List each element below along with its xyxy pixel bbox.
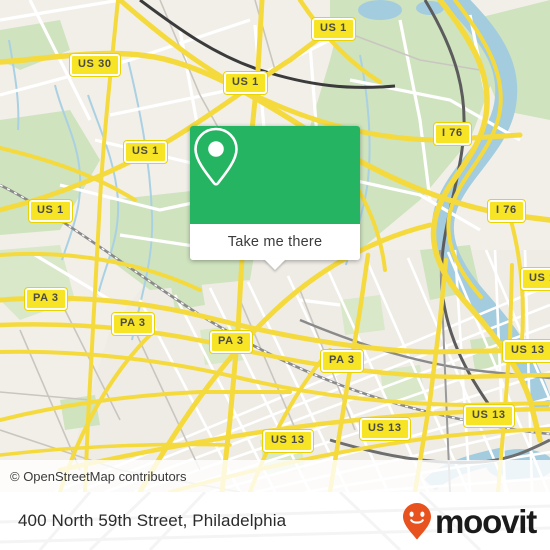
moovit-smiley-pin-icon [403,503,432,540]
popup-pointer-tail [264,259,286,270]
map-screenshot: US 1 US 30 US 1 US 1 I 76 US 1 I 76 US 1 PA 3 PA … [0,0,550,550]
highway-shield: US 30 [69,53,121,77]
highway-shield: US 1 [520,267,550,291]
highway-shield: PA 3 [24,287,68,311]
highway-shield: US 1 [223,71,268,95]
highway-shield: US 1 [28,199,73,223]
highway-shield: US 13 [463,404,515,428]
map-attribution[interactable]: © OpenStreetMap contributors [0,460,550,492]
footer-bar: 400 North 59th Street, Philadelphia moov… [0,492,550,550]
highway-shield: PA 3 [320,349,364,373]
moovit-logo[interactable]: moovit [402,502,537,540]
highway-shield: US 1 [311,17,356,41]
map-canvas[interactable]: US 1 US 30 US 1 US 1 I 76 US 1 I 76 US 1 PA 3 PA … [0,0,550,492]
highway-shield: US 13 [262,429,314,453]
popup-icon-area [190,126,360,224]
highway-shield: US 13 [502,339,550,363]
address-label: 400 North 59th Street, Philadelphia [18,511,287,530]
moovit-wordmark: moovit [435,502,537,540]
highway-shield: PA 3 [111,312,155,336]
location-popup-card[interactable]: Take me there [190,126,360,270]
take-me-there-button[interactable]: Take me there [190,224,360,260]
highway-shield: I 76 [487,199,526,223]
location-pin-icon [194,127,238,186]
highway-shield: PA 3 [209,330,253,354]
highway-shield: US 13 [359,417,411,441]
highway-shield: I 76 [433,122,472,146]
highway-shield: US 1 [123,140,168,164]
